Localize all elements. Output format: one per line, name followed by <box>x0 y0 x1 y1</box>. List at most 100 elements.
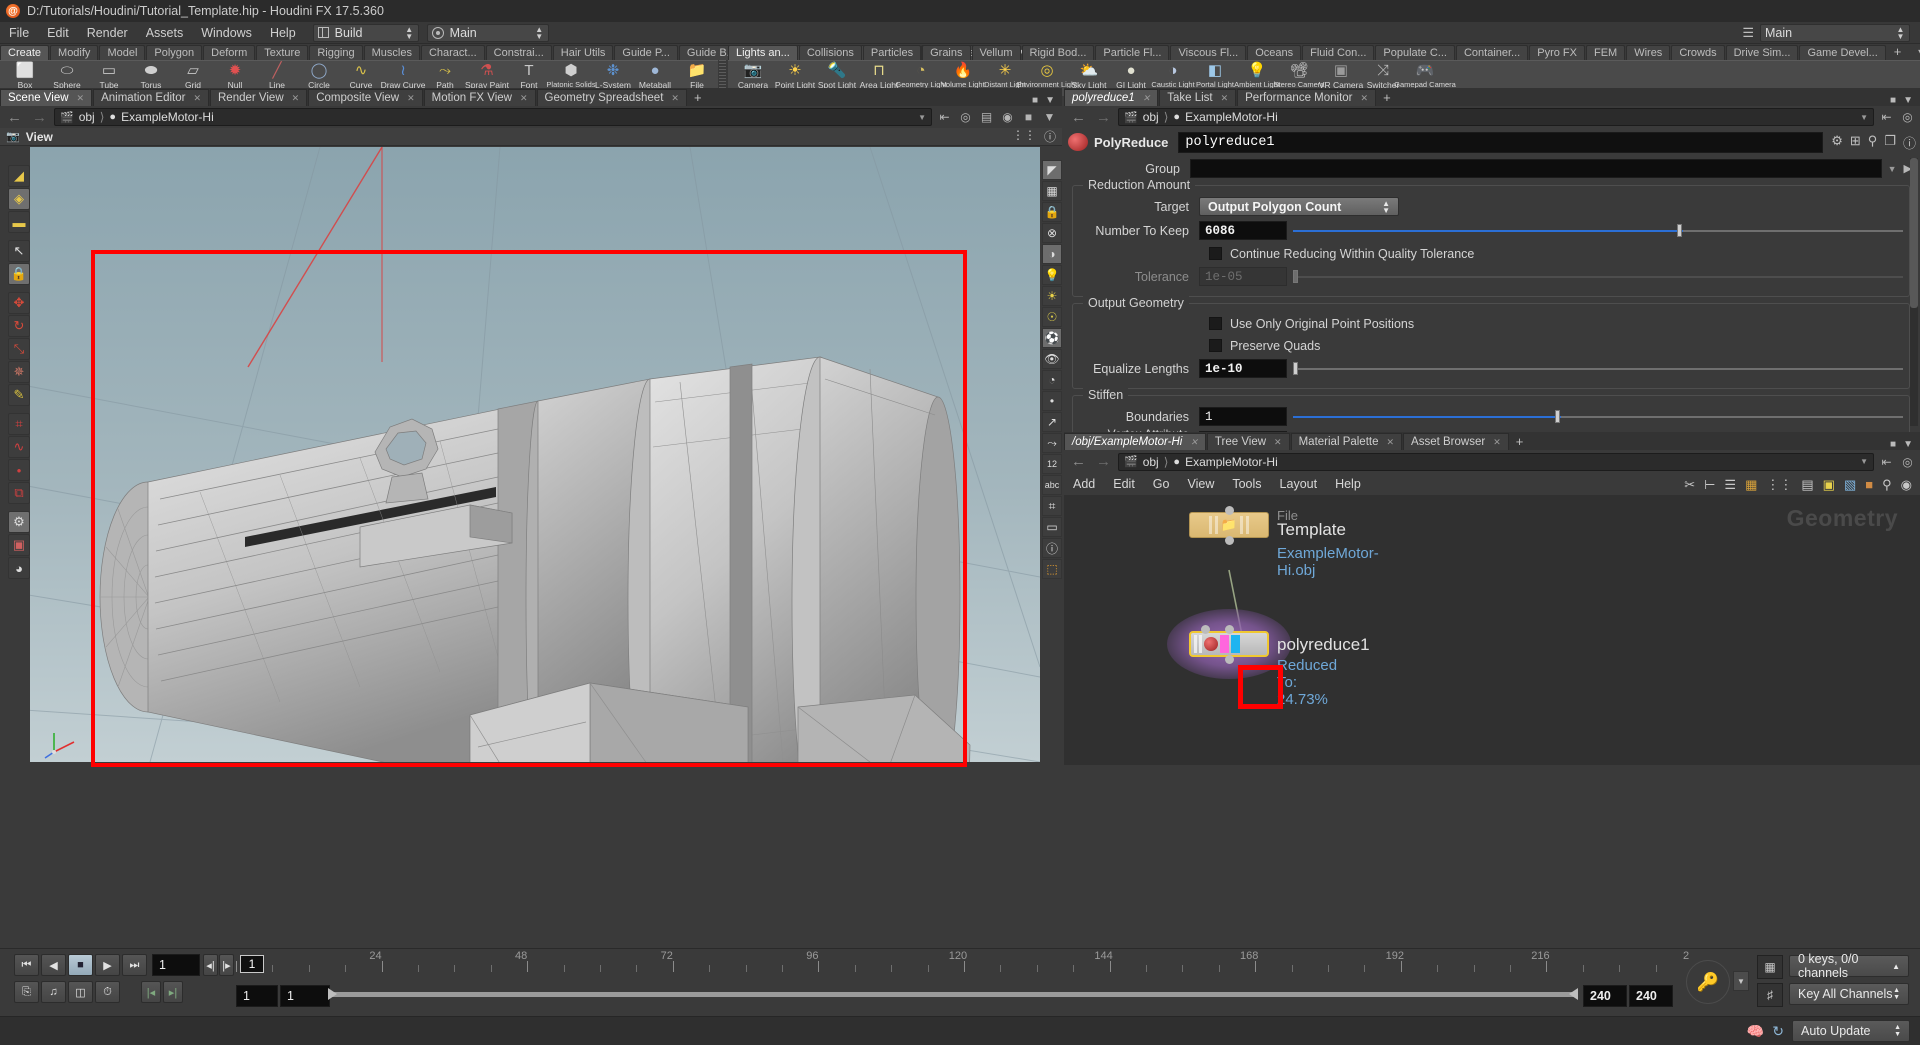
menu-windows[interactable]: Windows <box>192 22 261 44</box>
geometry-tool-icon[interactable]: ⚙ <box>8 511 30 533</box>
close-icon[interactable]: ✕ <box>1221 90 1229 106</box>
close-icon[interactable]: ✕ <box>1361 90 1369 106</box>
node-polyreduce-input-1[interactable] <box>1225 625 1234 634</box>
parameter-breadcrumb[interactable]: 🎬 obj ⟩ ● ExampleMotor-Hi ▼ <box>1118 108 1874 126</box>
number-to-keep-slider[interactable] <box>1293 221 1903 240</box>
net-menu-edit[interactable]: Edit <box>1104 474 1144 495</box>
snap-grid-icon[interactable]: ⌗ <box>8 413 30 435</box>
range-start-input[interactable]: 1 <box>236 985 278 1007</box>
nav-back-icon[interactable]: ← <box>4 109 25 126</box>
light-place-icon[interactable]: ☉ <box>1042 307 1062 327</box>
parameter-scrollbar[interactable] <box>1910 158 1918 426</box>
shelf-left-tab-constrai[interactable]: Constrai... <box>485 45 552 60</box>
snapshot-icon[interactable]: ⬚ <box>1042 559 1062 579</box>
net-menu-view[interactable]: View <box>1178 474 1223 495</box>
tab-menu-chevron-down-icon[interactable]: ▼ <box>1903 95 1913 106</box>
shelf-left-tab-model[interactable]: Model <box>99 45 146 60</box>
bg-color-icon[interactable]: ■ <box>1020 109 1037 126</box>
tab-tree-view[interactable]: Tree View ✕ <box>1206 433 1290 450</box>
node-template-body[interactable]: 📁 <box>1189 512 1269 538</box>
numbers-icon[interactable]: 12 <box>1042 454 1062 474</box>
node-polyreduce-body[interactable] <box>1189 631 1269 657</box>
network-canvas[interactable]: Geometry 📁 File Template ExampleMotor-Hi… <box>1064 495 1920 765</box>
box-node-icon[interactable]: ▤ <box>1801 477 1813 493</box>
range-handle-right-icon[interactable] <box>1569 988 1578 1000</box>
tab-geometry-spreadsheet[interactable]: Geometry Spreadsheet ✕ <box>536 89 687 106</box>
audio-icon[interactable]: ♫ <box>41 981 66 1003</box>
parm-chevron-down-icon[interactable]: ▼ <box>1860 113 1868 122</box>
key-next-icon[interactable]: |▸ <box>219 954 234 976</box>
shelf-right-add-tab-button[interactable]: + <box>1887 45 1909 60</box>
tab-add-button[interactable]: + <box>1510 434 1530 450</box>
shelf-left-tab-hair-utils[interactable]: Hair Utils <box>552 45 614 60</box>
timeline-playhead[interactable]: 1 <box>240 955 264 973</box>
node-template[interactable]: 📁 File Template ExampleMotor-Hi.obj <box>1189 506 1379 579</box>
parm-target-sync-icon[interactable]: ◎ <box>1899 109 1916 126</box>
scene-breadcrumb[interactable]: 🎬 obj ⟩ ● ExampleMotor-Hi ▼ <box>54 108 932 126</box>
key-channels-icon[interactable]: ♯ <box>1757 983 1783 1007</box>
snap-point-icon[interactable]: • <box>8 459 30 481</box>
search-icon[interactable]: ⚲ <box>1868 133 1878 152</box>
material-display-icon[interactable]: ◉ <box>999 109 1016 126</box>
transport-jump-end[interactable]: ⏭ <box>122 954 147 976</box>
net-chevron-down-icon[interactable]: ▼ <box>1860 457 1868 466</box>
help-icon[interactable]: ⓘ <box>1044 128 1056 145</box>
snap-multi-icon[interactable]: ⧉ <box>8 482 30 504</box>
chevron-updown-icon-3[interactable]: ▲ ▼ <box>1896 25 1905 40</box>
key-prev-icon[interactable]: ◂| <box>203 954 218 976</box>
layout-selector[interactable]: Build ▲ ▼ <box>312 23 419 42</box>
sticky-note-icon[interactable]: ▣ <box>1823 477 1835 493</box>
shelf-right-tab-fem[interactable]: FEM <box>1585 45 1626 60</box>
display-mode-icon[interactable]: ◤ <box>1042 160 1062 180</box>
tab-maximize-icon[interactable]: ■ <box>1890 439 1896 450</box>
range-handle-left-icon[interactable] <box>328 988 337 1000</box>
parm-breadcrumb-node[interactable]: ExampleMotor-Hi <box>1185 110 1278 124</box>
light-toggle-icon[interactable]: ☀ <box>1042 286 1062 306</box>
net-search-icon[interactable]: ⚲ <box>1882 477 1892 493</box>
tab-render-view[interactable]: Render View ✕ <box>210 89 308 106</box>
help-icon-parm[interactable]: ⓘ <box>1903 133 1916 152</box>
net-menu-go[interactable]: Go <box>1144 474 1179 495</box>
shelf-right-tab-lights-an[interactable]: Lights an... <box>728 45 798 60</box>
use-only-original-checkbox[interactable] <box>1209 317 1222 330</box>
close-icon[interactable]: ✕ <box>77 90 85 106</box>
range-end-input[interactable]: 240 <box>1583 985 1627 1007</box>
wireframe-icon[interactable]: ▦ <box>1042 181 1062 201</box>
target-sync-icon[interactable]: ◎ <box>957 109 974 126</box>
menu-file[interactable]: File <box>0 22 38 44</box>
equalize-lengths-slider[interactable] <box>1293 359 1903 378</box>
tab-add-button[interactable]: + <box>688 90 708 106</box>
dots-grid-icon[interactable]: ⋮⋮ <box>1766 477 1792 493</box>
auto-key-icon[interactable]: ⎘ <box>14 981 39 1003</box>
rotate-tool-icon[interactable]: ↻ <box>8 315 30 337</box>
eye-icon[interactable]: ◉ <box>1901 477 1912 493</box>
tolerance-input[interactable]: 1e-05 <box>1199 267 1287 286</box>
move-tool-icon[interactable]: ✥ <box>8 292 30 314</box>
shelf-left-tab-rigging[interactable]: Rigging <box>309 45 363 60</box>
shelf-left-tab-muscles[interactable]: Muscles <box>363 45 420 60</box>
shelf-right-tab-game-devel[interactable]: Game Devel... <box>1799 45 1886 60</box>
ghost-icon[interactable]: ⊗ <box>1042 223 1062 243</box>
node-polyreduce-input-0[interactable] <box>1201 625 1210 634</box>
preserve-quads-checkbox[interactable] <box>1209 339 1222 352</box>
tab-composite-view[interactable]: Composite View ✕ <box>308 89 423 106</box>
key-icon[interactable]: 🔑 <box>1686 960 1730 1004</box>
close-icon[interactable]: ✕ <box>1274 434 1282 450</box>
grid-toggle-icon[interactable]: ⌗ <box>1042 496 1062 516</box>
shelf-left-tab-charact[interactable]: Charact... <box>420 45 485 60</box>
vector-icon[interactable]: ⤳ <box>1042 433 1062 453</box>
number-to-keep-input[interactable]: 6086 <box>1199 221 1287 240</box>
tab-material-palette[interactable]: Material Palette ✕ <box>1290 433 1403 450</box>
current-frame-input[interactable]: 1 <box>152 954 200 976</box>
color-palette-icon[interactable]: ▦ <box>1745 477 1757 493</box>
key-mode-selector[interactable]: Key All Channels ▲ ▼ <box>1789 983 1909 1005</box>
hierarchy-icon[interactable]: ⊢ <box>1704 477 1715 493</box>
chevron-down-icon[interactable]: ▼ <box>918 113 926 122</box>
net-pin-icon[interactable]: ⇤ <box>1878 453 1895 470</box>
shelf-left-tab-guide-p[interactable]: Guide P... <box>614 45 678 60</box>
arrow-select-icon[interactable]: ↖ <box>8 240 30 262</box>
transport-jump-start[interactable]: ⏮ <box>14 954 39 976</box>
info-icon[interactable]: ⓘ <box>1042 538 1062 558</box>
tab-maximize-icon[interactable]: ■ <box>1890 95 1896 106</box>
shelf-right-tab-oceans[interactable]: Oceans <box>1247 45 1302 60</box>
